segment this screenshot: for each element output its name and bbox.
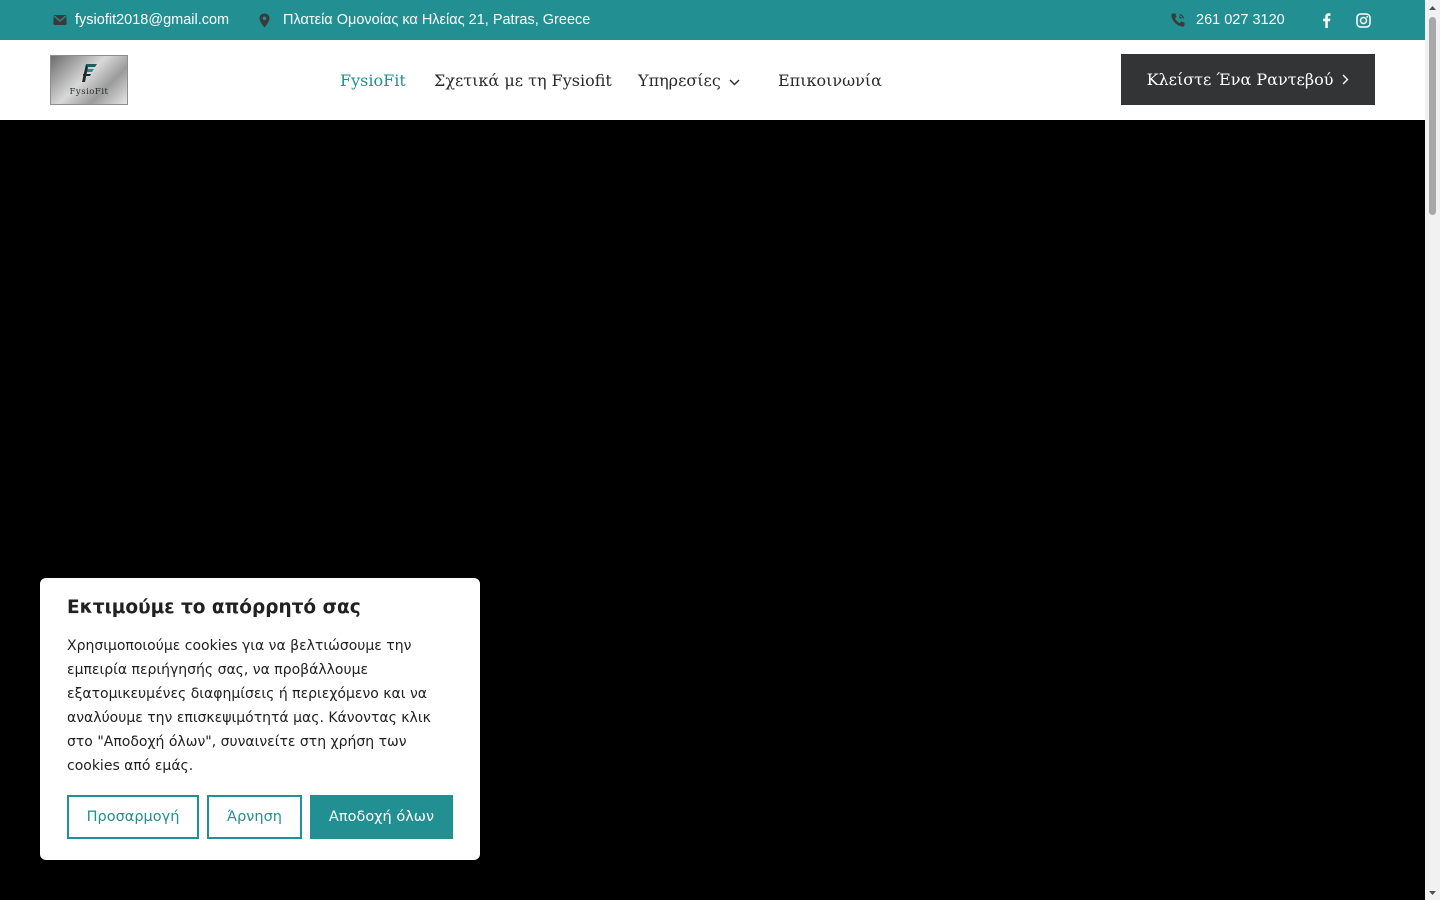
phone-icon	[1170, 12, 1186, 28]
nav-label: Υπηρεσίες	[638, 70, 721, 90]
nav-item-services[interactable]: Υπηρεσίες	[638, 40, 740, 120]
top-info-bar: fysiofit2018@gmail.com Πλατεία Ομονοίας …	[0, 0, 1425, 40]
nav-label: Επικοινωνία	[778, 70, 882, 90]
topbar-phone[interactable]: 261 027 3120	[1170, 0, 1285, 40]
facebook-link[interactable]	[1322, 0, 1331, 40]
nav-label: Σχετικά με τη Fysiofit	[434, 70, 612, 90]
nav-item-contact[interactable]: Επικοινωνία	[778, 40, 882, 120]
email-text: fysiofit2018@gmail.com	[75, 12, 230, 28]
cookie-description: Χρησιμοποιούμε cookies για να βελτιώσουμ…	[67, 638, 431, 774]
logo-text: FysioFit	[69, 87, 109, 97]
site-header: FysioFit FysioFit Σχετικά με τη Fysiofit…	[0, 40, 1425, 120]
page-scrollbar[interactable]	[1425, 0, 1440, 900]
nav-item-fysiofit[interactable]: FysioFit	[340, 40, 406, 120]
topbar-email[interactable]: fysiofit2018@gmail.com	[53, 0, 229, 40]
address-text: Πλατεία Ομονοίας κα Ηλείας 21, Patras, G…	[283, 12, 591, 28]
cookie-title: Εκτιμούμε το απόρρητό σας	[67, 597, 361, 618]
map-pin-icon	[259, 13, 270, 28]
cookie-consent-dialog: Εκτιμούμε το απόρρητό σας Χρησιμοποιούμε…	[40, 578, 480, 860]
page: fysiofit2018@gmail.com Πλατεία Ομονοίας …	[0, 0, 1425, 900]
chevron-right-icon	[1342, 70, 1349, 89]
envelope-icon	[53, 14, 67, 26]
cta-label: Κλείστε Ένα Ραντεβού	[1146, 70, 1334, 89]
book-appointment-button[interactable]: Κλείστε Ένα Ραντεβού	[1121, 54, 1375, 105]
nav-label: FysioFit	[340, 70, 406, 90]
topbar-address[interactable]: Πλατεία Ομονοίας κα Ηλείας 21, Patras, G…	[259, 0, 590, 40]
scroll-up-arrow-icon[interactable]	[1425, 0, 1440, 15]
customize-button[interactable]: Προσαρμογή	[67, 795, 199, 839]
chevron-down-icon	[729, 71, 740, 90]
scrollbar-thumb[interactable]	[1429, 17, 1436, 215]
reject-button[interactable]: Άρνηση	[207, 795, 302, 839]
facebook-icon	[1322, 12, 1331, 28]
nav-item-about[interactable]: Σχετικά με τη Fysiofit	[434, 40, 612, 120]
instagram-icon	[1356, 12, 1371, 28]
site-logo[interactable]: FysioFit	[50, 55, 128, 105]
accept-all-button[interactable]: Αποδοχή όλων	[310, 795, 453, 839]
scroll-down-arrow-icon[interactable]	[1425, 885, 1440, 900]
instagram-link[interactable]	[1356, 0, 1371, 40]
logo-mark-icon	[80, 62, 100, 89]
phone-text: 261 027 3120	[1196, 12, 1285, 28]
